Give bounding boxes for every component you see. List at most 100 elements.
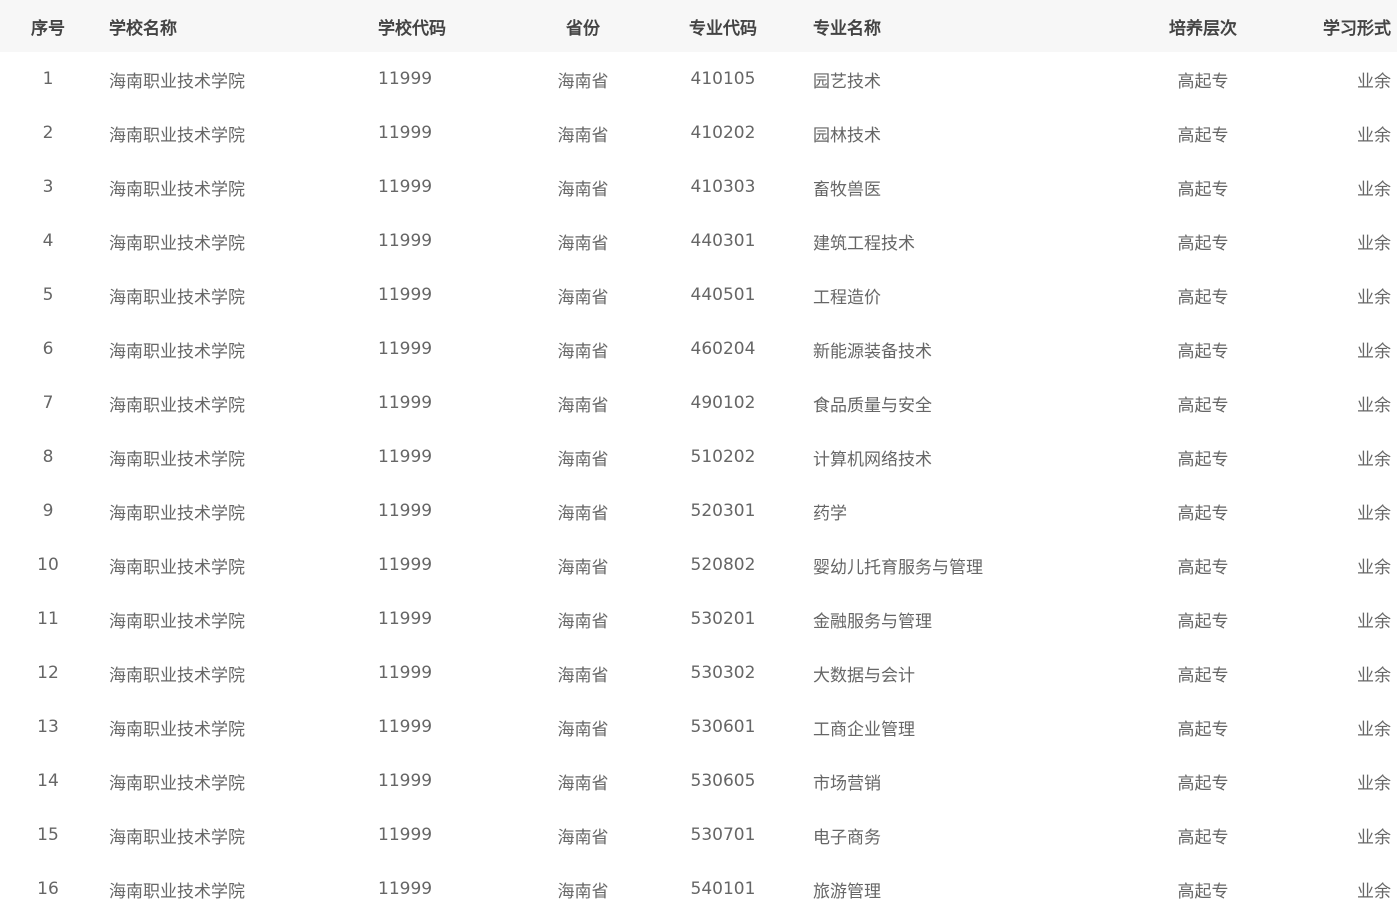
cell-province: 海南省 [557,665,609,686]
cell-level: 高起专 [1177,557,1229,578]
cell-study-form: 业余 [1357,557,1391,578]
cell-level: 高起专 [1177,611,1229,632]
cell-study-form: 业余 [1357,827,1391,848]
cell-major-name: 园艺技术 [813,71,881,92]
cell-level: 高起专 [1177,125,1229,146]
cell-province: 海南省 [557,395,609,416]
table-row[interactable]: 13 海南职业技术学院 11999 海南省 530601 工商企业管理 高起专 业余 [0,700,1397,754]
cell-level: 高起专 [1177,665,1229,686]
cell-seq: 7 [42,393,54,413]
cell-study-form: 业余 [1357,71,1391,92]
cell-school-name: 海南职业技术学院 [109,449,245,470]
cell-province: 海南省 [557,773,609,794]
header-province[interactable]: 省份 [523,0,643,52]
header-seq[interactable]: 序号 [0,0,96,52]
cell-seq: 9 [42,501,54,521]
table-row[interactable]: 9 海南职业技术学院 11999 海南省 520301 药学 高起专 业余 [0,484,1397,538]
table-row[interactable]: 15 海南职业技术学院 11999 海南省 530701 电子商务 高起专 业余 [0,808,1397,862]
cell-level: 高起专 [1177,449,1229,470]
majors-table: 序号 学校名称 学校代码 省份 专业代码 专业名称 培养层次 学习形式 1 海南职… [0,0,1397,916]
cell-school-code: 11999 [378,123,433,143]
cell-school-code: 11999 [378,285,433,305]
header-level[interactable]: 培养层次 [1143,0,1263,52]
cell-major-code: 410202 [690,123,756,143]
table-header-row: 序号 学校名称 学校代码 省份 专业代码 专业名称 培养层次 学习形式 [0,0,1397,52]
cell-major-code: 520802 [690,555,756,575]
cell-major-name: 工商企业管理 [813,719,915,740]
cell-school-name: 海南职业技术学院 [109,287,245,308]
cell-school-code: 11999 [378,231,433,251]
cell-school-name: 海南职业技术学院 [109,665,245,686]
cell-level: 高起专 [1177,881,1229,902]
header-study-form[interactable]: 学习形式 [1318,0,1397,52]
cell-province: 海南省 [557,179,609,200]
cell-major-code: 530302 [690,663,756,683]
cell-province: 海南省 [557,557,609,578]
cell-province: 海南省 [557,287,609,308]
cell-province: 海南省 [557,125,609,146]
cell-province: 海南省 [557,881,609,902]
cell-major-name: 大数据与会计 [813,665,915,686]
cell-seq: 4 [42,231,54,251]
cell-school-code: 11999 [378,447,433,467]
cell-level: 高起专 [1177,179,1229,200]
cell-seq: 12 [37,663,59,683]
table-row[interactable]: 3 海南职业技术学院 11999 海南省 410303 畜牧兽医 高起专 业余 [0,160,1397,214]
table-row[interactable]: 2 海南职业技术学院 11999 海南省 410202 园林技术 高起专 业余 [0,106,1397,160]
cell-province: 海南省 [557,71,609,92]
cell-school-name: 海南职业技术学院 [109,71,245,92]
cell-seq: 5 [42,285,54,305]
table-row[interactable]: 4 海南职业技术学院 11999 海南省 440301 建筑工程技术 高起专 业余 [0,214,1397,268]
table-row[interactable]: 10 海南职业技术学院 11999 海南省 520802 婴幼儿托育服务与管理 高起专 业余 [0,538,1397,592]
cell-seq: 2 [42,123,54,143]
table-row[interactable]: 14 海南职业技术学院 11999 海南省 530605 市场营销 高起专 业余 [0,754,1397,808]
cell-major-name: 市场营销 [813,773,881,794]
cell-school-code: 11999 [378,501,433,521]
cell-school-code: 11999 [378,825,433,845]
cell-level: 高起专 [1177,341,1229,362]
header-school-code[interactable]: 学校代码 [378,0,518,52]
cell-major-name: 旅游管理 [813,881,881,902]
cell-school-code: 11999 [378,771,433,791]
cell-study-form: 业余 [1357,881,1391,902]
cell-level: 高起专 [1177,773,1229,794]
cell-major-name: 食品质量与安全 [813,395,932,416]
cell-school-name: 海南职业技术学院 [109,395,245,416]
cell-school-code: 11999 [378,393,433,413]
cell-study-form: 业余 [1357,611,1391,632]
table-row[interactable]: 5 海南职业技术学院 11999 海南省 440501 工程造价 高起专 业余 [0,268,1397,322]
cell-school-name: 海南职业技术学院 [109,827,245,848]
cell-seq: 13 [37,717,59,737]
cell-major-code: 410105 [690,69,756,89]
header-school-name[interactable]: 学校名称 [109,0,359,52]
cell-seq: 16 [37,879,59,899]
cell-major-code: 540101 [690,879,756,899]
cell-major-code: 510202 [690,447,756,467]
cell-province: 海南省 [557,503,609,524]
cell-level: 高起专 [1177,719,1229,740]
cell-school-name: 海南职业技术学院 [109,233,245,254]
cell-province: 海南省 [557,449,609,470]
cell-seq: 10 [37,555,59,575]
cell-seq: 6 [42,339,54,359]
cell-study-form: 业余 [1357,719,1391,740]
cell-major-code: 530601 [690,717,756,737]
table-row[interactable]: 16 海南职业技术学院 11999 海南省 540101 旅游管理 高起专 业余 [0,862,1397,916]
table-row[interactable]: 8 海南职业技术学院 11999 海南省 510202 计算机网络技术 高起专 业余 [0,430,1397,484]
cell-major-name: 建筑工程技术 [813,233,915,254]
cell-level: 高起专 [1177,395,1229,416]
cell-seq: 14 [37,771,59,791]
header-major-name[interactable]: 专业名称 [813,0,1143,52]
table-row[interactable]: 12 海南职业技术学院 11999 海南省 530302 大数据与会计 高起专 业余 [0,646,1397,700]
cell-school-name: 海南职业技术学院 [109,557,245,578]
cell-school-name: 海南职业技术学院 [109,503,245,524]
table-row[interactable]: 1 海南职业技术学院 11999 海南省 410105 园艺技术 高起专 业余 [0,52,1397,106]
table-row[interactable]: 11 海南职业技术学院 11999 海南省 530201 金融服务与管理 高起专 业余 [0,592,1397,646]
cell-province: 海南省 [557,611,609,632]
cell-major-code: 520301 [690,501,756,521]
cell-major-code: 490102 [690,393,756,413]
header-major-code[interactable]: 专业代码 [663,0,783,52]
table-row[interactable]: 7 海南职业技术学院 11999 海南省 490102 食品质量与安全 高起专 业余 [0,376,1397,430]
cell-study-form: 业余 [1357,503,1391,524]
table-row[interactable]: 6 海南职业技术学院 11999 海南省 460204 新能源装备技术 高起专 业余 [0,322,1397,376]
